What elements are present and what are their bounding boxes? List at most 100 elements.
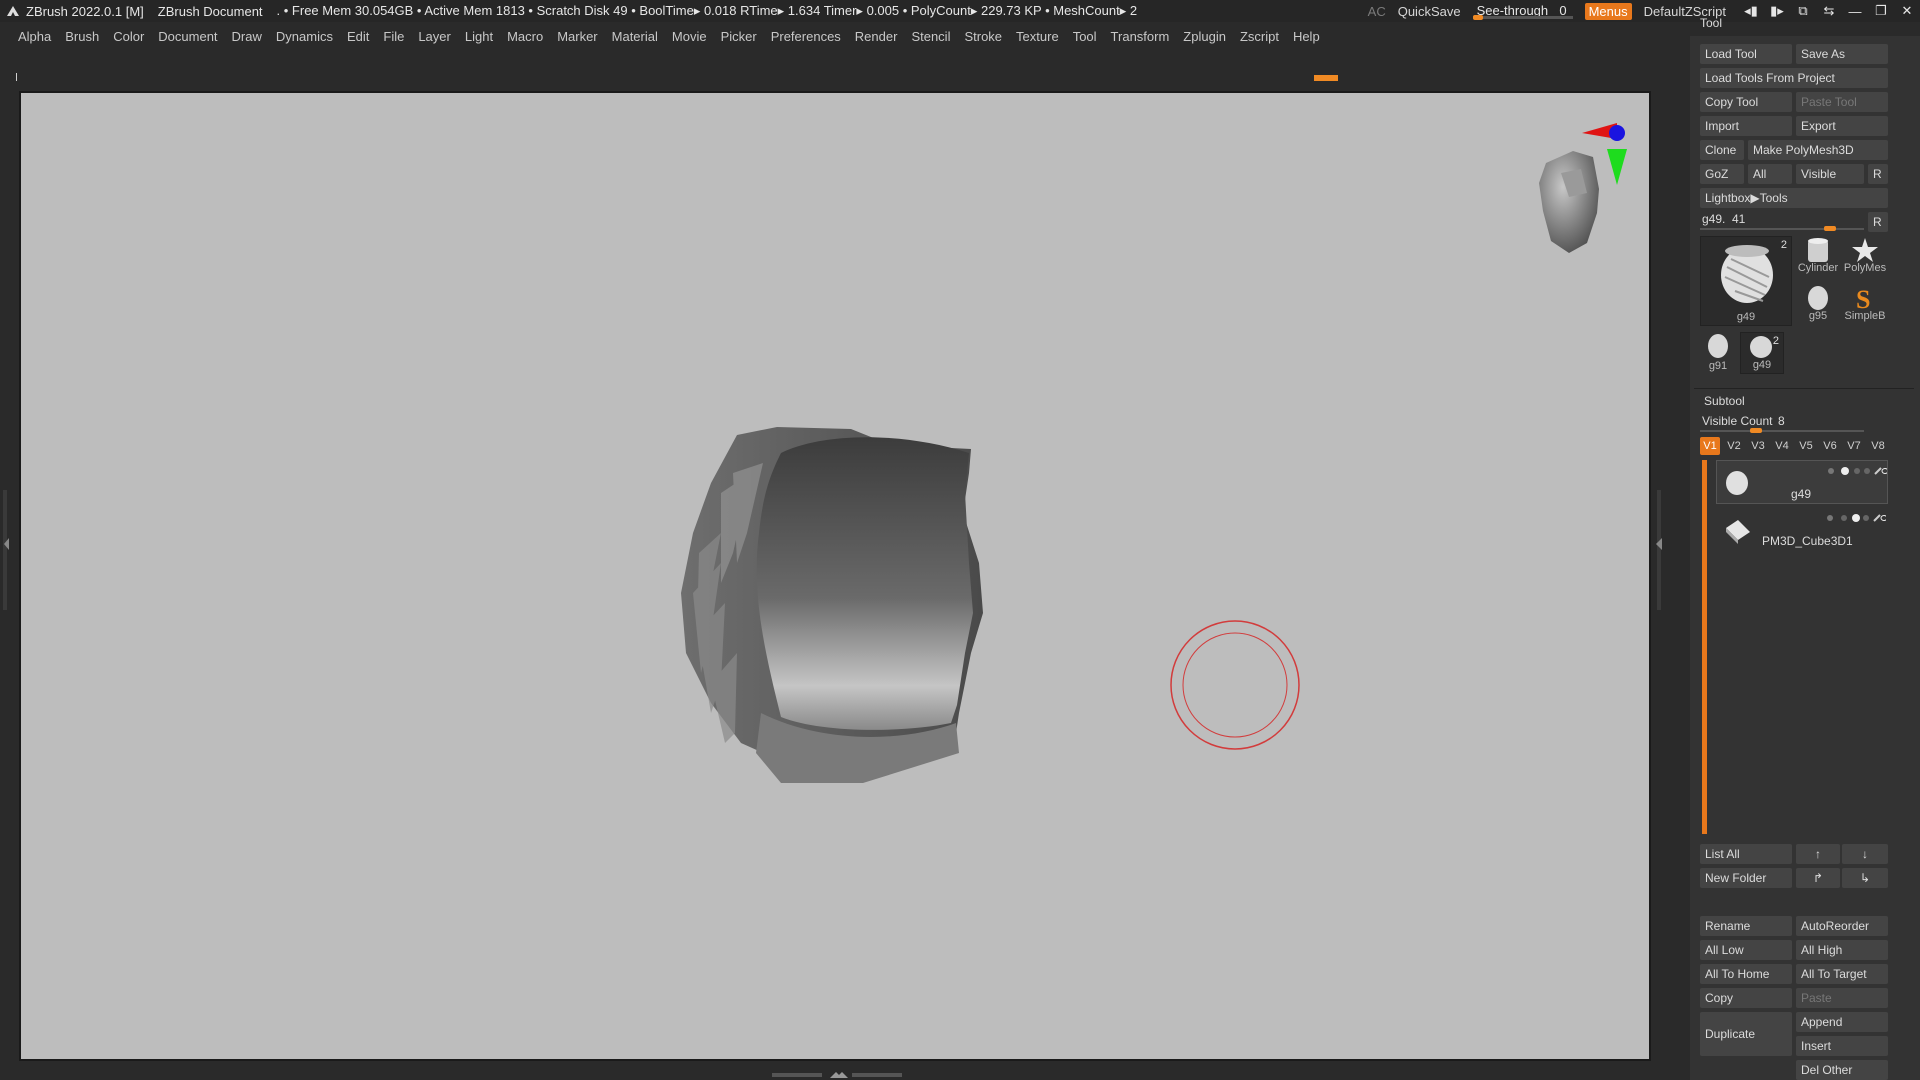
subtool-scrollbar[interactable] xyxy=(1702,460,1707,834)
layout-next-icon[interactable]: ▮▸ xyxy=(1764,3,1790,19)
goz-visible-button[interactable]: Visible xyxy=(1796,164,1864,184)
tile-windows-icon[interactable]: ⧉ xyxy=(1790,3,1816,19)
menu-zscript[interactable]: Zscript xyxy=(1240,29,1279,44)
menu-macro[interactable]: Macro xyxy=(507,29,543,44)
menu-alpha[interactable]: Alpha xyxy=(18,29,51,44)
menu-brush[interactable]: Brush xyxy=(65,29,99,44)
clone-button[interactable]: Clone xyxy=(1700,140,1744,160)
tool-slider-r-button[interactable]: R xyxy=(1868,212,1888,232)
menu-help[interactable]: Help xyxy=(1293,29,1320,44)
right-tray-handle[interactable] xyxy=(1652,490,1666,610)
goz-button[interactable]: GoZ xyxy=(1700,164,1744,184)
all-high-button[interactable]: All High xyxy=(1796,940,1888,960)
make-polymesh3d-button[interactable]: Make PolyMesh3D xyxy=(1748,140,1888,160)
menu-color[interactable]: Color xyxy=(113,29,144,44)
tab-v5[interactable]: V5 xyxy=(1796,437,1816,455)
menu-edit[interactable]: Edit xyxy=(347,29,369,44)
tool-thumb-g49-small[interactable]: 2 g49 xyxy=(1740,332,1784,374)
z-axis-dot[interactable] xyxy=(1609,125,1625,141)
tab-v3[interactable]: V3 xyxy=(1748,437,1768,455)
new-folder-button[interactable]: New Folder xyxy=(1700,868,1792,888)
copy-subtool-button[interactable]: Copy xyxy=(1700,988,1792,1008)
tool-thumb-polymesh[interactable]: PolyMes xyxy=(1842,236,1888,276)
tab-v2[interactable]: V2 xyxy=(1724,437,1744,455)
tool-slider-knob[interactable] xyxy=(1824,226,1836,231)
tab-v1[interactable]: V1 xyxy=(1700,437,1720,455)
subtool-toggles-icon[interactable] xyxy=(1826,512,1886,524)
subtool-toggles-icon[interactable] xyxy=(1827,465,1887,477)
menu-stroke[interactable]: Stroke xyxy=(964,29,1002,44)
menu-tool[interactable]: Tool xyxy=(1073,29,1097,44)
load-tool-button[interactable]: Load Tool xyxy=(1700,44,1792,64)
see-through-knob[interactable] xyxy=(1472,15,1483,20)
canvas-viewport[interactable] xyxy=(19,91,1651,1061)
list-all-button[interactable]: List All xyxy=(1700,844,1792,864)
all-to-target-button[interactable]: All To Target xyxy=(1796,964,1888,984)
menu-transform[interactable]: Transform xyxy=(1111,29,1170,44)
paste-subtool-button[interactable]: Paste xyxy=(1796,988,1888,1008)
autoreorder-button[interactable]: AutoReorder xyxy=(1796,916,1888,936)
bottom-tray-handle[interactable] xyxy=(772,1068,902,1080)
all-low-button[interactable]: All Low xyxy=(1700,940,1792,960)
del-other-button[interactable]: Del Other xyxy=(1796,1060,1888,1080)
restore-icon[interactable]: ❐ xyxy=(1868,3,1894,19)
lightbox-tools-button[interactable]: Lightbox▶Tools xyxy=(1700,188,1888,208)
duplicate-button[interactable]: Duplicate xyxy=(1700,1012,1792,1056)
menu-marker[interactable]: Marker xyxy=(557,29,597,44)
folder-down-icon[interactable]: ↳ xyxy=(1842,868,1888,888)
tool-thumb-cylinder[interactable]: Cylinder xyxy=(1796,236,1840,276)
insert-button[interactable]: Insert xyxy=(1796,1036,1888,1056)
menu-zplugin[interactable]: Zplugin xyxy=(1183,29,1226,44)
tool-thumb-g95[interactable]: g95 xyxy=(1796,284,1840,324)
menu-light[interactable]: Light xyxy=(465,29,493,44)
menu-movie[interactable]: Movie xyxy=(672,29,707,44)
subtool-title[interactable]: Subtool xyxy=(1704,394,1745,408)
menu-draw[interactable]: Draw xyxy=(232,29,262,44)
tab-v7[interactable]: V7 xyxy=(1844,437,1864,455)
move-up-icon[interactable]: ↑ xyxy=(1796,844,1840,864)
import-button[interactable]: Import xyxy=(1700,116,1792,136)
ac-toggle[interactable]: AC xyxy=(1368,4,1386,19)
menu-dynamics[interactable]: Dynamics xyxy=(276,29,333,44)
subtool-item[interactable]: g49 xyxy=(1716,460,1888,504)
save-as-button[interactable]: Save As xyxy=(1796,44,1888,64)
visible-count-track[interactable] xyxy=(1700,430,1864,432)
load-tools-from-project-button[interactable]: Load Tools From Project xyxy=(1700,68,1888,88)
copy-tool-button[interactable]: Copy Tool xyxy=(1700,92,1792,112)
switch-layout-icon[interactable]: ⇆ xyxy=(1816,3,1842,19)
menu-layer[interactable]: Layer xyxy=(418,29,451,44)
tab-v6[interactable]: V6 xyxy=(1820,437,1840,455)
tab-v4[interactable]: V4 xyxy=(1772,437,1792,455)
menus-button[interactable]: Menus xyxy=(1584,2,1632,20)
minimize-icon[interactable]: — xyxy=(1842,4,1868,19)
export-button[interactable]: Export xyxy=(1796,116,1888,136)
close-icon[interactable]: ✕ xyxy=(1894,3,1920,19)
move-down-icon[interactable]: ↓ xyxy=(1842,844,1888,864)
menu-picker[interactable]: Picker xyxy=(721,29,757,44)
menu-render[interactable]: Render xyxy=(855,29,898,44)
layout-prev-icon[interactable]: ◂▮ xyxy=(1738,3,1764,19)
tab-v8[interactable]: V8 xyxy=(1868,437,1888,455)
tool-thumb-g91[interactable]: g91 xyxy=(1700,332,1736,374)
goz-r-button[interactable]: R xyxy=(1868,164,1888,184)
menu-file[interactable]: File xyxy=(383,29,404,44)
rename-button[interactable]: Rename xyxy=(1700,916,1792,936)
menu-stencil[interactable]: Stencil xyxy=(911,29,950,44)
left-tray-handle[interactable] xyxy=(0,490,12,610)
tool-thumb-g49[interactable]: 2 g49 xyxy=(1700,236,1792,326)
y-axis-arrow[interactable] xyxy=(1607,149,1627,185)
all-to-home-button[interactable]: All To Home xyxy=(1700,964,1792,984)
append-button[interactable]: Append xyxy=(1796,1012,1888,1032)
subtool-item[interactable]: PM3D_Cube3D1 xyxy=(1716,508,1888,552)
quicksave-button[interactable]: QuickSave xyxy=(1398,4,1461,19)
orientation-widget[interactable] xyxy=(1539,123,1627,253)
menu-document[interactable]: Document xyxy=(158,29,217,44)
tool-slider-track[interactable] xyxy=(1700,228,1864,230)
menu-texture[interactable]: Texture xyxy=(1016,29,1059,44)
tool-thumb-simpleb[interactable]: S SimpleB xyxy=(1842,284,1888,324)
vase-model[interactable] xyxy=(681,427,983,783)
shelf-orange-marker[interactable] xyxy=(1314,75,1338,81)
paste-tool-button[interactable]: Paste Tool xyxy=(1796,92,1888,112)
goz-all-button[interactable]: All xyxy=(1748,164,1792,184)
folder-up-icon[interactable]: ↱ xyxy=(1796,868,1840,888)
